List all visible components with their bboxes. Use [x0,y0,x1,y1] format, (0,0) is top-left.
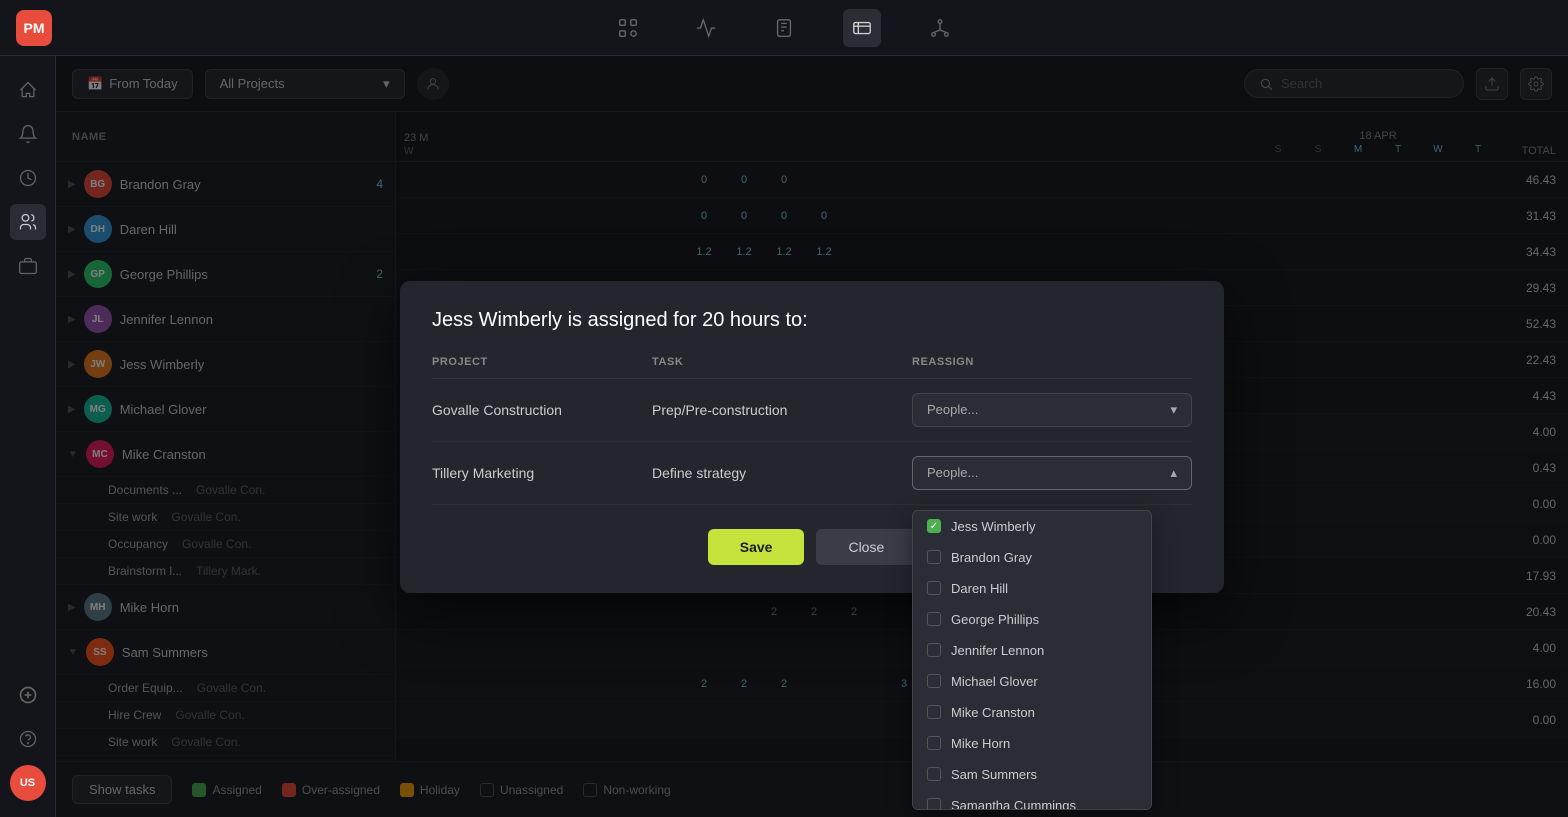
dropdown-item-brandon[interactable]: Brandon Gray [913,542,1151,573]
dropdown-person-name: Daren Hill [951,581,1008,596]
checkbox-sam[interactable] [927,767,941,781]
modal-row-govalle: Govalle Construction Prep/Pre-constructi… [432,378,1192,441]
dropdown-person-name: Mike Cranston [951,705,1035,720]
modal-task-1: Prep/Pre-construction [652,378,912,441]
modal-project-1: Govalle Construction [432,378,652,441]
sidebar-briefcase-icon[interactable] [10,248,46,284]
dropdown-item-daren[interactable]: Daren Hill [913,573,1151,604]
modal-row-tillery: Tillery Marketing Define strategy People… [432,441,1192,504]
dropdown-item-samantha[interactable]: Samantha Cummings [913,790,1151,810]
analytics-nav-icon[interactable] [687,9,725,47]
checkbox-jess[interactable]: ✓ [927,519,941,533]
top-nav: PM [0,0,1568,56]
project-header: PROJECT [432,356,652,379]
dropdown-item-mikec[interactable]: Mike Cranston [913,697,1151,728]
people-dropdown-1[interactable]: People... ▾ [912,393,1192,427]
sidebar-add-icon[interactable] [10,677,46,713]
dropdown-person-name: Jennifer Lennon [951,643,1044,658]
dropdown-person-name: Samantha Cummings [951,798,1076,810]
modal-overlay[interactable]: Jess Wimberly is assigned for 20 hours t… [56,56,1568,817]
dropdown-item-jennifer[interactable]: Jennifer Lennon [913,635,1151,666]
dropdown-person-name: Sam Summers [951,767,1037,782]
dropdown-person-name: Jess Wimberly [951,519,1036,534]
main-layout: US 📅 From Today All Projects ▾ [0,56,1568,817]
clipboard-nav-icon[interactable] [765,9,803,47]
chevron-up-icon: ▴ [1170,465,1177,481]
task-header: TASK [652,356,912,379]
checkbox-samantha[interactable] [927,798,941,810]
structure-nav-icon[interactable] [921,9,959,47]
reassign-header: REASSIGN [912,356,1192,379]
checkbox-brandon[interactable] [927,550,941,564]
scan-nav-icon[interactable] [609,9,647,47]
app-logo[interactable]: PM [16,10,52,46]
dropdown-label-1: People... [927,402,978,417]
checkbox-michael[interactable] [927,674,941,688]
dropdown-item-michael[interactable]: Michael Glover [913,666,1151,697]
sidebar-people-icon[interactable] [10,204,46,240]
sidebar-avatar[interactable]: US [10,765,46,801]
checkbox-mikeh[interactable] [927,736,941,750]
people-dropdown-list: ✓ Jess Wimberly Brandon Gray [912,510,1152,810]
modal-task-2: Define strategy [652,441,912,504]
dropdown-item-sam[interactable]: Sam Summers [913,759,1151,790]
dropdown-item-jess[interactable]: ✓ Jess Wimberly [913,511,1151,542]
modal-table: PROJECT TASK REASSIGN Govalle Constructi… [432,356,1192,505]
chevron-down-icon: ▾ [1170,402,1177,418]
dropdown-person-name: Brandon Gray [951,550,1032,565]
modal-reassign-2: People... ▴ ✓ Jess Wimberly [912,441,1192,504]
sidebar-help-icon[interactable] [10,721,46,757]
save-button[interactable]: Save [708,529,805,565]
modal-dialog: Jess Wimberly is assigned for 20 hours t… [400,281,1224,593]
sidebar-clock-icon[interactable] [10,160,46,196]
close-button[interactable]: Close [816,529,916,565]
sidebar-home-icon[interactable] [10,72,46,108]
dropdown-item-mikeh[interactable]: Mike Horn [913,728,1151,759]
checkbox-jennifer[interactable] [927,643,941,657]
sidebar-notifications-icon[interactable] [10,116,46,152]
checkbox-daren[interactable] [927,581,941,595]
checkbox-mikec[interactable] [927,705,941,719]
dropdown-item-george[interactable]: George Phillips [913,604,1151,635]
link-nav-icon[interactable] [843,9,881,47]
modal-project-2: Tillery Marketing [432,441,652,504]
dropdown-person-name: Michael Glover [951,674,1038,689]
modal-reassign-1: People... ▾ [912,378,1192,441]
dropdown-label-2: People... [927,465,978,480]
sidebar-icons: US [0,56,56,817]
dropdown-person-name: George Phillips [951,612,1039,627]
checkbox-george[interactable] [927,612,941,626]
content-area: 📅 From Today All Projects ▾ [56,56,1568,817]
people-dropdown-2[interactable]: People... ▴ [912,456,1192,490]
modal-title: Jess Wimberly is assigned for 20 hours t… [432,309,1192,332]
dropdown-person-name: Mike Horn [951,736,1010,751]
